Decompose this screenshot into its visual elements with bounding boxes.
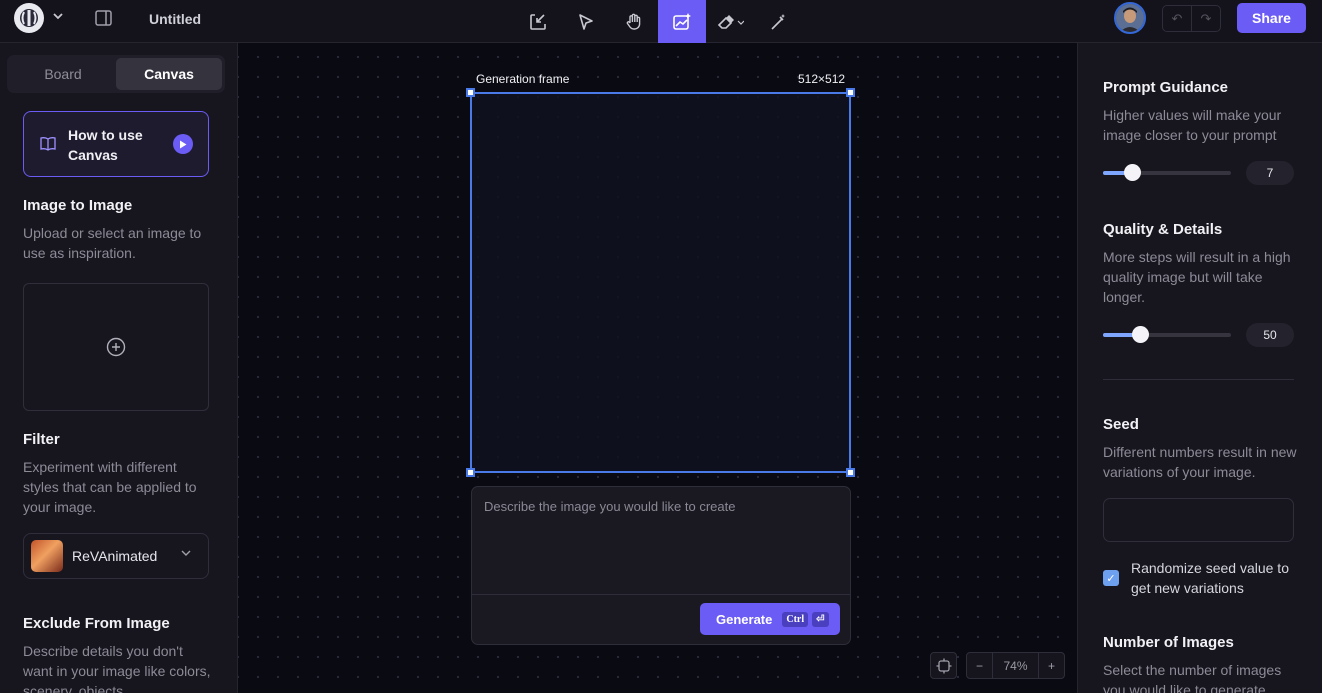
zoom-controls: − 74% + bbox=[966, 652, 1065, 679]
image-to-image-title: Image to Image bbox=[23, 197, 133, 214]
play-icon bbox=[173, 134, 193, 154]
share-button[interactable]: Share bbox=[1237, 3, 1306, 33]
number-of-images-title: Number of Images bbox=[1103, 634, 1234, 651]
quality-title: Quality & Details bbox=[1103, 221, 1223, 238]
book-icon bbox=[40, 137, 56, 151]
import-icon bbox=[530, 13, 546, 30]
pointer-icon bbox=[579, 13, 593, 30]
view-tabs: Board Canvas bbox=[7, 55, 225, 93]
magic-wand-tool[interactable] bbox=[754, 0, 802, 43]
how-to-use-canvas-card[interactable]: How to use Canvas bbox=[23, 111, 209, 177]
how-to-use-label: How to use Canvas bbox=[68, 127, 143, 163]
chevron-down-icon bbox=[180, 547, 192, 562]
user-avatar[interactable] bbox=[1114, 2, 1146, 34]
add-circle-icon bbox=[106, 337, 126, 357]
focus-icon bbox=[936, 658, 951, 673]
chevron-down-icon[interactable] bbox=[52, 10, 64, 25]
generation-frame[interactable] bbox=[466, 88, 855, 477]
fit-to-screen-button[interactable] bbox=[930, 652, 957, 679]
seed-title: Seed bbox=[1103, 416, 1139, 433]
randomize-seed-checkbox[interactable]: ✓ bbox=[1103, 570, 1119, 586]
filter-title: Filter bbox=[23, 431, 60, 448]
history-controls: ↶ ↷ bbox=[1162, 5, 1221, 32]
select-tool[interactable] bbox=[562, 0, 610, 43]
eraser-icon bbox=[717, 14, 744, 29]
zoom-in-button[interactable]: + bbox=[1039, 653, 1064, 678]
tool-bar bbox=[514, 0, 802, 43]
prompt-guidance-value[interactable]: 7 bbox=[1246, 161, 1294, 185]
exclude-desc: Describe details you don't want in your … bbox=[23, 643, 211, 693]
generation-frame-label: Generation frame bbox=[476, 72, 570, 86]
slider-knob[interactable] bbox=[1132, 326, 1150, 343]
seed-desc: Different numbers result in new variatio… bbox=[1103, 444, 1297, 480]
prompt-input[interactable] bbox=[484, 499, 839, 589]
exclude-title: Exclude From Image bbox=[23, 615, 170, 632]
hand-icon bbox=[626, 13, 641, 30]
seed-input[interactable] bbox=[1103, 498, 1294, 542]
shortcut-ctrl: Ctrl bbox=[782, 611, 809, 627]
resize-handle-bottom-left[interactable] bbox=[466, 468, 475, 477]
filter-select[interactable]: ReVAnimated bbox=[23, 533, 209, 579]
import-tool[interactable] bbox=[514, 0, 562, 43]
tab-board[interactable]: Board bbox=[10, 58, 116, 90]
document-title[interactable]: Untitled bbox=[149, 11, 201, 27]
resize-handle-bottom-right[interactable] bbox=[846, 468, 855, 477]
filter-selected-value: ReVAnimated bbox=[72, 548, 158, 564]
resize-handle-top-left[interactable] bbox=[466, 88, 475, 97]
resize-handle-top-right[interactable] bbox=[846, 88, 855, 97]
eraser-tool[interactable] bbox=[706, 0, 754, 43]
generate-button[interactable]: Generate Ctrl ⏎ bbox=[700, 603, 840, 635]
quality-desc: More steps will result in a high quality… bbox=[1103, 249, 1291, 305]
image-upload-dropzone[interactable] bbox=[23, 283, 209, 411]
pan-tool[interactable] bbox=[610, 0, 658, 43]
number-of-images-desc: Select the number of images you would li… bbox=[1103, 662, 1282, 693]
canvas-area[interactable]: Generation frame 512×512 Generate Ctrl ⏎… bbox=[238, 43, 1077, 693]
zoom-level: 74% bbox=[992, 653, 1039, 678]
quality-slider[interactable] bbox=[1103, 326, 1231, 343]
filter-desc: Experiment with different styles that ca… bbox=[23, 459, 197, 515]
image-sparkle-icon bbox=[673, 12, 691, 30]
filter-thumbnail bbox=[31, 540, 63, 572]
prompt-box: Generate Ctrl ⏎ bbox=[471, 486, 851, 645]
quality-value[interactable]: 50 bbox=[1246, 323, 1294, 347]
generation-frame-size: 512×512 bbox=[798, 72, 846, 86]
left-panel: Board Canvas How to use Canvas Image to … bbox=[0, 43, 238, 693]
redo-icon[interactable]: ↷ bbox=[1192, 6, 1220, 31]
generate-tool[interactable] bbox=[658, 0, 706, 43]
undo-icon[interactable]: ↶ bbox=[1163, 6, 1192, 31]
randomize-seed-label: Randomize seed value to get new variatio… bbox=[1131, 560, 1289, 596]
slider-knob[interactable] bbox=[1124, 164, 1142, 181]
magic-wand-icon bbox=[771, 13, 785, 30]
right-panel: Prompt Guidance Higher values will make … bbox=[1077, 43, 1322, 693]
app-logo-icon[interactable] bbox=[14, 3, 44, 33]
tab-canvas[interactable]: Canvas bbox=[116, 58, 222, 90]
prompt-guidance-title: Prompt Guidance bbox=[1103, 79, 1229, 96]
prompt-guidance-desc: Higher values will make your image close… bbox=[1103, 107, 1282, 143]
section-divider bbox=[1103, 379, 1294, 380]
enter-icon: ⏎ bbox=[812, 611, 829, 627]
prompt-guidance-slider[interactable] bbox=[1103, 164, 1231, 181]
panel-toggle-icon[interactable] bbox=[94, 9, 114, 27]
prompt-divider bbox=[472, 594, 850, 595]
image-to-image-desc: Upload or select an image to use as insp… bbox=[23, 225, 202, 261]
zoom-out-button[interactable]: − bbox=[967, 653, 992, 678]
generate-label: Generate bbox=[716, 611, 773, 627]
top-bar: Untitled ↶ ↷ Share bbox=[0, 0, 1322, 43]
